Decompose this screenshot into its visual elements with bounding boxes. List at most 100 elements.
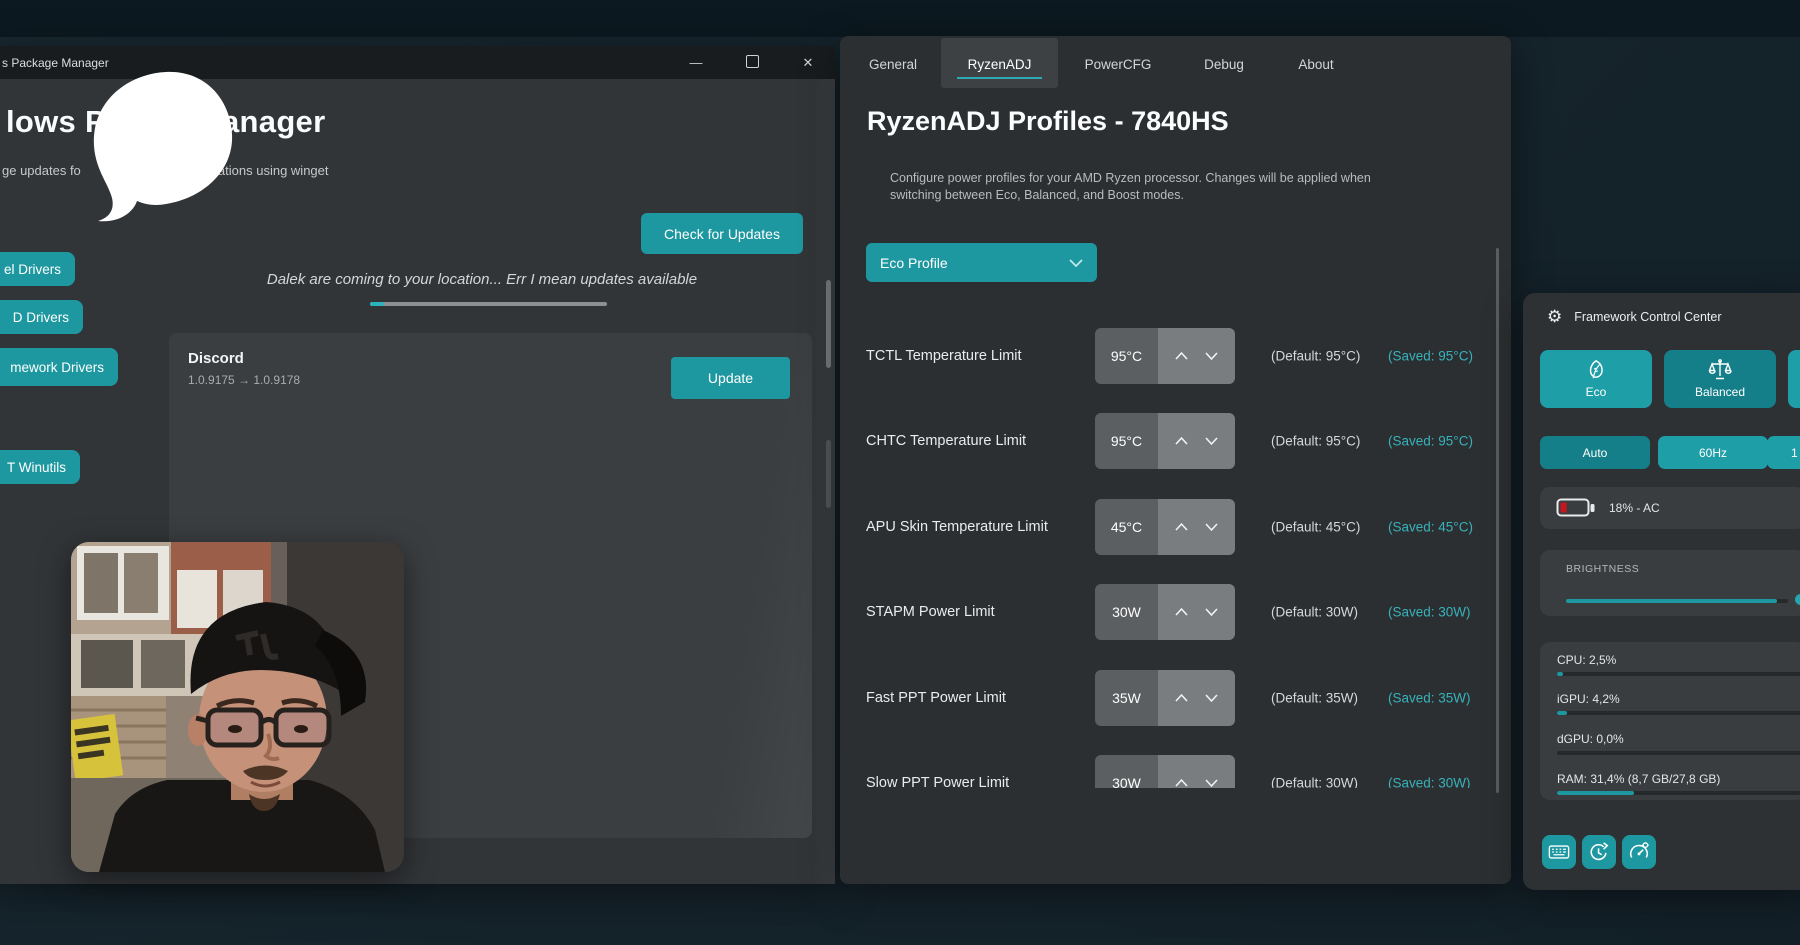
update-progress-fill — [370, 302, 384, 306]
brightness-label: BRIGHTNESS — [1566, 563, 1639, 575]
keyboard-settings-button[interactable] — [1542, 835, 1576, 869]
setting-label: CHTC Temperature Limit — [866, 433, 1026, 449]
decrement-icon[interactable] — [1204, 778, 1219, 788]
battery-status-card: 18% - AC — [1540, 487, 1800, 529]
decrement-icon[interactable] — [1204, 522, 1219, 532]
setting-label: Fast PPT Power Limit — [866, 690, 1006, 706]
value-spinner: 95°C — [1095, 328, 1235, 384]
tab-ryzenadj[interactable]: RyzenADJ — [941, 40, 1058, 88]
keyboard-icon — [1548, 841, 1570, 863]
spinner-value: 95°C — [1095, 413, 1158, 469]
igpu-usage-fill — [1557, 711, 1567, 715]
increment-icon[interactable] — [1174, 436, 1189, 446]
decrement-icon[interactable] — [1204, 607, 1219, 617]
page-title-right-fragment: anager — [222, 104, 325, 140]
update-button[interactable]: Update — [671, 357, 790, 399]
scrollbar-thumb[interactable] — [826, 280, 831, 368]
profile-dropdown[interactable]: Eco Profile — [866, 243, 1097, 282]
setting-row-tctl: TCTL Temperature Limit 95°C (Default: 95… — [845, 328, 1500, 384]
spinner-value: 30W — [1095, 584, 1158, 640]
desktop-top-strip — [0, 0, 1800, 37]
sidebar-button-ctt-winutils[interactable]: T Winutils — [0, 450, 80, 484]
igpu-usage-bar — [1557, 711, 1800, 715]
setting-saved: (Saved: 30W) — [1388, 776, 1471, 789]
ram-usage-bar — [1557, 791, 1800, 795]
setting-row-slow-ppt: Slow PPT Power Limit 30W (Default: 30W) … — [845, 755, 1500, 788]
minimize-icon[interactable]: — — [687, 55, 705, 70]
setting-saved: (Saved: 95°C) — [1388, 349, 1473, 364]
value-spinner: 30W — [1095, 755, 1235, 788]
dgpu-usage-bar — [1557, 751, 1800, 755]
close-icon[interactable]: ✕ — [799, 55, 817, 71]
performance-gauge-button[interactable] — [1622, 835, 1656, 869]
tab-powercfg[interactable]: PowerCFG — [1072, 40, 1164, 88]
white-blob-overlay — [88, 70, 236, 222]
brightness-slider-fill — [1566, 599, 1777, 603]
window-title: s Package Manager — [2, 56, 109, 70]
clock-refresh-icon — [1588, 840, 1610, 864]
increment-icon[interactable] — [1174, 522, 1189, 532]
setting-default: (Default: 30W) — [1271, 605, 1358, 620]
ryzenadj-page-title: RyzenADJ Profiles - 7840HS — [867, 106, 1229, 137]
sidebar-button-intel-drivers[interactable]: el Drivers — [0, 252, 75, 286]
system-stats-card: CPU: 2,5% iGPU: 4,2% dGPU: 0,0% RAM: 31,… — [1540, 642, 1800, 800]
desktop: s Package Manager — ✕ lows P anager ge u… — [0, 0, 1800, 945]
cpu-usage-label: CPU: 2,5% — [1557, 653, 1616, 667]
increment-icon[interactable] — [1174, 351, 1189, 361]
app-name: Discord — [188, 350, 244, 367]
brightness-slider[interactable] — [1566, 599, 1788, 603]
settings-scrollbar[interactable] — [1496, 248, 1499, 793]
increment-icon[interactable] — [1174, 607, 1189, 617]
increment-icon[interactable] — [1174, 778, 1189, 788]
framework-control-center-panel: ⚙ Framework Control Center Eco Balanced — [1523, 293, 1800, 890]
setting-label: APU Skin Temperature Limit — [866, 519, 1048, 535]
battery-icon — [1556, 497, 1596, 519]
check-for-updates-button[interactable]: Check for Updates — [641, 213, 803, 254]
webcam-portrait-image — [71, 542, 404, 872]
decrement-icon[interactable] — [1204, 436, 1219, 446]
mode-eco-label: Eco — [1586, 385, 1607, 399]
mode-balanced-label: Balanced — [1695, 385, 1745, 399]
decrement-icon[interactable] — [1204, 693, 1219, 703]
scrollbar-thumb-secondary[interactable] — [826, 440, 831, 508]
setting-row-apu-skin: APU Skin Temperature Limit 45°C (Default… — [845, 499, 1500, 555]
refresh-button-60hz[interactable]: 60Hz — [1658, 436, 1768, 469]
framework-title: Framework Control Center — [1574, 310, 1721, 324]
mode-button-balanced[interactable]: Balanced — [1664, 350, 1776, 408]
gauge-gear-icon — [1628, 840, 1650, 864]
value-spinner: 45°C — [1095, 499, 1235, 555]
cpu-usage-bar — [1557, 672, 1800, 676]
ryzenadj-description: Configure power profiles for your AMD Ry… — [890, 170, 1371, 204]
setting-row-stapm: STAPM Power Limit 30W (Default: 30W) (Sa… — [845, 584, 1500, 640]
tab-about[interactable]: About — [1285, 40, 1347, 88]
setting-label: Slow PPT Power Limit — [866, 775, 1009, 788]
page-subtitle-left-fragment: ge updates fo — [2, 163, 81, 178]
setting-row-chtc: CHTC Temperature Limit 95°C (Default: 95… — [845, 413, 1500, 469]
scales-icon — [1708, 359, 1732, 381]
history-clock-button[interactable] — [1582, 835, 1616, 869]
tab-general[interactable]: General — [856, 40, 930, 88]
refresh-button-clipped[interactable]: 1 — [1767, 436, 1800, 469]
setting-row-fast-ppt: Fast PPT Power Limit 35W (Default: 35W) … — [845, 670, 1500, 726]
brightness-card: BRIGHTNESS — [1540, 550, 1800, 616]
mode-button-clipped[interactable] — [1788, 350, 1800, 408]
mode-button-eco[interactable]: Eco — [1540, 350, 1652, 408]
spinner-value: 45°C — [1095, 499, 1158, 555]
spinner-value: 95°C — [1095, 328, 1158, 384]
sidebar-button-framework-drivers[interactable]: mework Drivers — [0, 348, 118, 386]
value-spinner: 35W — [1095, 670, 1235, 726]
tab-active-underline — [957, 77, 1042, 79]
spinner-value: 35W — [1095, 670, 1158, 726]
increment-icon[interactable] — [1174, 693, 1189, 703]
app-version-change: 1.0.9175 → 1.0.9178 — [188, 373, 300, 387]
tab-debug[interactable]: Debug — [1192, 40, 1256, 88]
update-progress-bar — [370, 302, 607, 306]
sidebar-button-amd-drivers[interactable]: D Drivers — [0, 300, 83, 334]
maximize-icon[interactable] — [743, 55, 761, 71]
refresh-button-auto[interactable]: Auto — [1540, 436, 1650, 469]
ram-usage-fill — [1557, 791, 1634, 795]
setting-default: (Default: 30W) — [1271, 776, 1358, 789]
decrement-icon[interactable] — [1204, 351, 1219, 361]
brightness-slider-thumb[interactable] — [1795, 594, 1800, 605]
spinner-value: 30W — [1095, 755, 1158, 788]
